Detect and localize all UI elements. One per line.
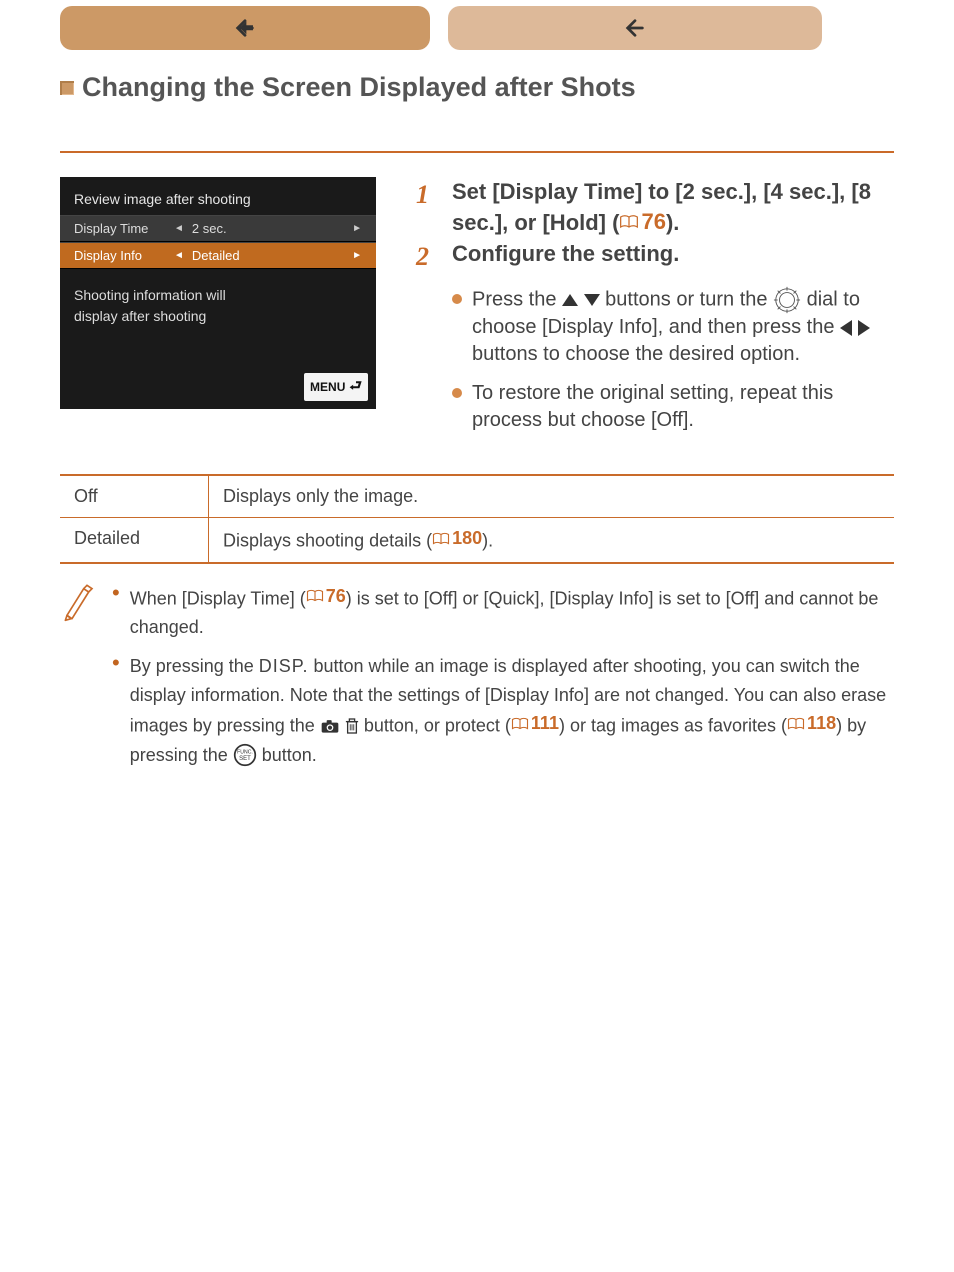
camscreen-title: Review image after shooting bbox=[60, 177, 376, 215]
triangle-left-icon: ◄ bbox=[174, 223, 184, 234]
note-1-text: When [Display Time] ( bbox=[130, 588, 306, 608]
arrow-left-icon bbox=[234, 17, 256, 39]
book-icon bbox=[787, 716, 805, 732]
step-number-2: 2 bbox=[416, 239, 438, 274]
nav-back-button-secondary[interactable] bbox=[448, 6, 822, 50]
page-reference[interactable]: 76 bbox=[306, 582, 346, 611]
triangle-right-icon: ► bbox=[352, 250, 362, 261]
return-icon: ⮐ bbox=[349, 375, 362, 399]
camera-icon bbox=[320, 718, 340, 734]
camscreen-desc-line1: Shooting information will bbox=[74, 285, 362, 306]
camera-screen-preview: Review image after shooting Display Time… bbox=[60, 177, 376, 409]
nav-back-button-primary[interactable] bbox=[60, 6, 430, 50]
right-button-icon bbox=[858, 320, 870, 336]
divider bbox=[60, 151, 894, 153]
options-table: Off Displays only the image. Detailed Di… bbox=[60, 474, 894, 564]
page-reference[interactable]: 180 bbox=[432, 528, 482, 549]
book-icon bbox=[306, 588, 324, 604]
book-icon bbox=[511, 716, 529, 732]
substep-2-text: To restore the original setting, repeat … bbox=[472, 380, 894, 434]
func-set-button-icon: FUNC.SET bbox=[233, 743, 257, 767]
step-number-1: 1 bbox=[416, 177, 438, 237]
triangle-right-icon: ► bbox=[352, 223, 362, 234]
bullet-icon bbox=[452, 294, 462, 304]
up-button-icon bbox=[562, 294, 578, 306]
svg-text:SET: SET bbox=[239, 756, 251, 762]
note-pencil-icon bbox=[60, 582, 94, 622]
table-cell: Displays shooting details (180). bbox=[209, 518, 895, 563]
page-reference[interactable]: 118 bbox=[787, 709, 836, 738]
camscreen-menu-badge: MENU ⮐ bbox=[304, 373, 368, 401]
heading-bullet-icon bbox=[60, 81, 74, 95]
camscreen-row-display-time: Display Time ◄ 2 sec. ► bbox=[60, 215, 376, 242]
bullet-icon: • bbox=[112, 582, 120, 642]
arrow-left-icon bbox=[624, 17, 646, 39]
note-2-text: By pressing the bbox=[130, 656, 259, 676]
table-cell: Off bbox=[60, 475, 209, 518]
bullet-icon: • bbox=[112, 652, 120, 770]
page-title: Changing the Screen Displayed after Shot… bbox=[82, 72, 636, 103]
bullet-icon bbox=[452, 388, 462, 398]
page-reference[interactable]: 111 bbox=[511, 709, 559, 738]
table-cell: Detailed bbox=[60, 518, 209, 563]
page-reference[interactable]: 76 bbox=[619, 207, 665, 237]
substep-1-text: Press the bbox=[472, 289, 562, 311]
disp-button-label: DISP. bbox=[259, 656, 309, 676]
triangle-left-icon: ◄ bbox=[174, 250, 184, 261]
trash-icon bbox=[345, 717, 359, 735]
left-button-icon bbox=[840, 320, 852, 336]
book-icon bbox=[432, 531, 450, 547]
book-icon bbox=[619, 214, 639, 230]
down-button-icon bbox=[584, 294, 600, 306]
svg-text:FUNC.: FUNC. bbox=[237, 749, 253, 755]
camscreen-row-display-info: Display Info ◄ Detailed ► bbox=[60, 242, 376, 269]
camscreen-desc-line2: display after shooting bbox=[74, 306, 362, 327]
table-cell: Displays only the image. bbox=[209, 475, 895, 518]
control-dial-icon bbox=[773, 286, 801, 314]
step-2-text: Configure the setting. bbox=[452, 239, 679, 274]
